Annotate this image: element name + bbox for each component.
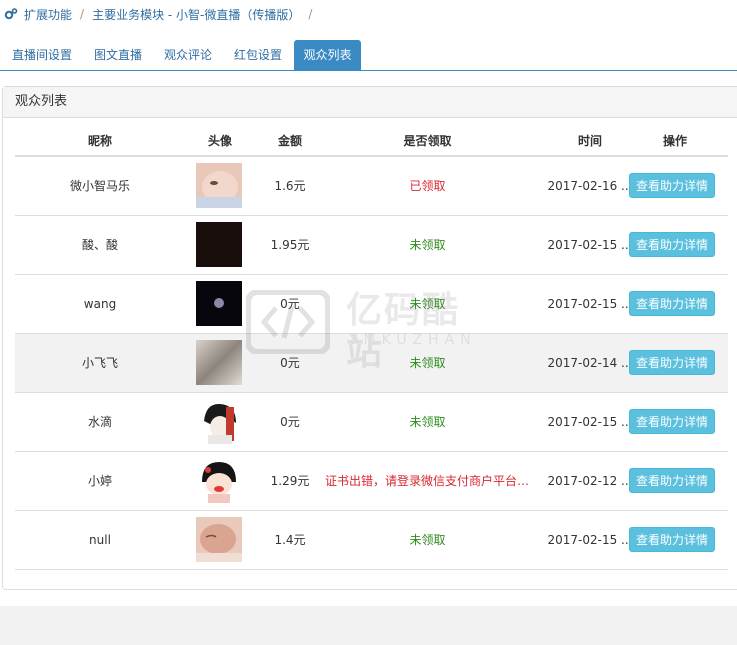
nickname-cell: wang [83, 297, 117, 311]
anime-photo-icon [196, 399, 242, 444]
avatar [196, 458, 242, 503]
header-avatar: 头像 [207, 134, 232, 148]
avatar [196, 517, 242, 562]
table-row: 酸、酸 1.95元 未领取 2017-02-15 ... 查看助力详情 [15, 216, 728, 275]
tab-audience-comments[interactable]: 观众评论 [154, 40, 222, 70]
avatar [196, 163, 242, 208]
header-received: 是否领取 [403, 134, 452, 148]
view-assist-details-button[interactable]: 查看助力详情 [629, 350, 715, 375]
table-header: 昵称 头像 金额 是否领取 时间 操作 [15, 127, 728, 157]
view-assist-details-button[interactable]: 查看助力详情 [629, 468, 715, 493]
tab-bar: 直播间设置 图文直播 观众评论 红包设置 观众列表 [0, 40, 737, 71]
table-row: 小婷 1.29元 证书出错，请登录微信支付商户平台下... 2017-02-12… [15, 452, 728, 511]
audience-table: 昵称 头像 金额 是否领取 时间 操作 微小智马乐 1.6元 已领取 2017-… [15, 127, 728, 570]
status-cell: 未领取 [409, 356, 446, 370]
baby-photo-icon [196, 163, 242, 208]
cartoon-girl-photo-icon [196, 458, 242, 503]
status-cell: 未领取 [409, 297, 446, 311]
view-assist-details-button[interactable]: 查看助力详情 [629, 291, 715, 316]
amount-cell: 1.4元 [274, 533, 306, 547]
nickname-cell: 水滴 [87, 415, 112, 429]
status-cell: 未领取 [409, 415, 446, 429]
status-cell: 未领取 [409, 533, 446, 547]
breadcrumb: 扩展功能 / 主要业务模块 - 小智-微直播（传播版） / [0, 0, 737, 28]
tab-audience-list[interactable]: 观众列表 [294, 40, 361, 70]
amount-cell: 0元 [280, 297, 300, 311]
nickname-cell: 微小智马乐 [69, 179, 130, 193]
tab-live-room-settings[interactable]: 直播间设置 [4, 40, 80, 70]
header-amount: 金额 [277, 134, 302, 148]
status-cell: 已领取 [409, 179, 446, 193]
amount-cell: 1.29元 [270, 474, 310, 488]
blur-photo-icon [196, 340, 242, 385]
header-nickname: 昵称 [87, 134, 112, 148]
breadcrumb-separator: / [308, 7, 313, 21]
amount-cell: 0元 [280, 415, 300, 429]
view-assist-details-button[interactable]: 查看助力详情 [629, 173, 715, 198]
dark-photo-icon [196, 222, 242, 267]
nickname-cell: 小飞飞 [81, 356, 118, 370]
amount-cell: 0元 [280, 356, 300, 370]
nickname-cell: 小婷 [87, 474, 112, 488]
panel-title: 观众列表 [3, 87, 737, 118]
breadcrumb-extensions-link[interactable]: 扩展功能 [24, 6, 72, 23]
table-row: null 1.4元 未领取 2017-02-15 ... 查看助力详情 [15, 511, 728, 570]
view-assist-details-button[interactable]: 查看助力详情 [629, 527, 715, 552]
table-row: 小飞飞 0元 未领取 2017-02-14 ... 查看助力详情 [15, 334, 728, 393]
breadcrumb-module-link[interactable]: 主要业务模块 - 小智-微直播（传播版） [92, 6, 300, 23]
tab-graphic-live[interactable]: 图文直播 [84, 40, 152, 70]
header-action: 操作 [662, 134, 687, 148]
amount-cell: 1.95元 [270, 238, 310, 252]
sleeping-baby-photo-icon [196, 517, 242, 562]
avatar [196, 281, 242, 326]
status-cell: 未领取 [409, 238, 446, 252]
amount-cell: 1.6元 [274, 179, 306, 193]
status-cell: 证书出错，请登录微信支付商户平台下... [325, 474, 530, 488]
gears-icon [4, 7, 18, 21]
avatar [196, 399, 242, 444]
view-assist-details-button[interactable]: 查看助力详情 [629, 232, 715, 257]
breadcrumb-separator: / [80, 7, 85, 21]
avatar [196, 222, 242, 267]
audience-list-panel: 观众列表 昵称 头像 金额 是否领取 时间 操作 微小智马乐 1.6元 已领取 … [2, 86, 737, 590]
footer-bar [0, 606, 737, 645]
table-row: wang 0元 未领取 2017-02-15 ... 查看助力详情 [15, 275, 728, 334]
moon-photo-icon [196, 281, 242, 326]
nickname-cell: 酸、酸 [81, 238, 118, 252]
table-row: 水滴 0元 未领取 2017-02-15 ... 查看助力详情 [15, 393, 728, 452]
view-assist-details-button[interactable]: 查看助力详情 [629, 409, 715, 434]
nickname-cell: null [89, 533, 111, 547]
table-row: 微小智马乐 1.6元 已领取 2017-02-16 ... 查看助力详情 [15, 157, 728, 216]
tab-red-packet-settings[interactable]: 红包设置 [224, 40, 292, 70]
avatar [196, 340, 242, 385]
